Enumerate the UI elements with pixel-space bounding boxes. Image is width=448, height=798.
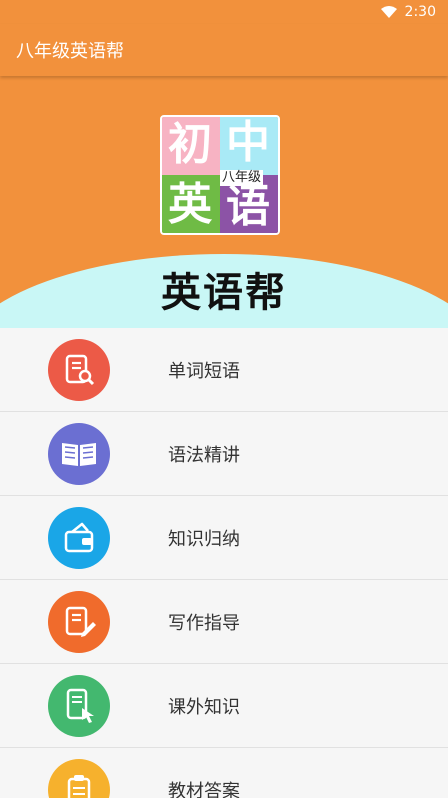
menu-label: 语法精讲 <box>168 445 240 466</box>
app-logo: 初 中 英 语 八年级 <box>160 115 280 235</box>
menu-item-grammar[interactable]: 语法精讲 <box>0 412 448 496</box>
logo-char-ying: 英 <box>168 179 212 230</box>
app-title: 八年级英语帮 <box>16 41 124 62</box>
menu-label: 单词短语 <box>168 361 240 382</box>
menu-item-answers[interactable]: 教材答案 <box>0 748 448 798</box>
logo-char-yu: 语 <box>226 181 270 232</box>
status-right: 2:30 <box>380 3 436 21</box>
status-time: 2:30 <box>404 4 436 20</box>
answer-sheet-icon <box>48 759 110 798</box>
document-pen-icon <box>48 591 110 653</box>
menu-item-summary[interactable]: 知识归纳 <box>0 496 448 580</box>
logo-grade-label: 八年级 <box>220 170 264 186</box>
wifi-icon <box>380 6 397 18</box>
open-book-icon <box>48 423 110 485</box>
hero-title: 英语帮 <box>161 269 287 316</box>
menu-item-words[interactable]: 单词短语 <box>0 328 448 412</box>
app-bar: 八年级英语帮 <box>0 24 448 76</box>
logo-char-zhong: 中 <box>226 117 270 168</box>
document-search-icon <box>48 339 110 401</box>
wallet-icon <box>48 507 110 569</box>
mobile-touch-icon <box>48 675 110 737</box>
menu-item-extracurricular[interactable]: 课外知识 <box>0 664 448 748</box>
logo-char-chu: 初 <box>168 119 212 170</box>
menu-label: 课外知识 <box>168 697 240 718</box>
menu-label: 知识归纳 <box>168 529 240 550</box>
status-bar: 2:30 <box>0 0 448 24</box>
menu-list: 单词短语 语法精讲 知识归纳 写作指导 课外知识 教材答案 <box>0 328 448 798</box>
hero-banner: 初 中 英 语 八年级 英语帮 <box>0 76 448 328</box>
menu-label: 写作指导 <box>168 613 240 634</box>
menu-label: 教材答案 <box>168 781 240 798</box>
menu-item-writing[interactable]: 写作指导 <box>0 580 448 664</box>
